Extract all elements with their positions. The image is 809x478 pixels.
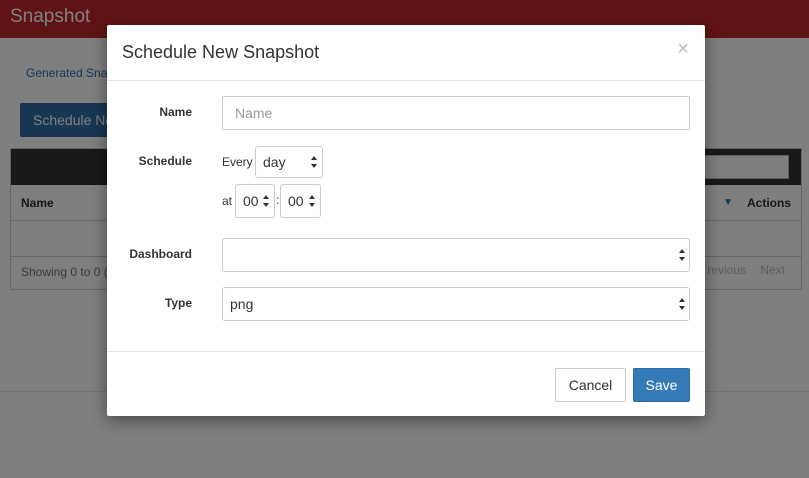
cancel-button[interactable]: Cancel bbox=[555, 368, 626, 402]
time-separator: : bbox=[276, 193, 280, 207]
select-arrows-icon bbox=[263, 195, 270, 209]
every-text: Every bbox=[222, 155, 253, 169]
dashboard-select[interactable] bbox=[222, 238, 690, 272]
type-label: Type bbox=[164, 296, 192, 310]
period-select[interactable]: day bbox=[255, 146, 323, 178]
type-select[interactable]: png bbox=[222, 287, 690, 321]
minute-select[interactable]: 00 bbox=[280, 184, 321, 218]
schedule-label: Schedule bbox=[138, 154, 192, 168]
modal-title: Schedule New Snapshot bbox=[122, 42, 320, 62]
minute-value: 00 bbox=[288, 193, 304, 209]
at-text: at bbox=[222, 194, 233, 208]
modal-header: Schedule New Snapshot × bbox=[107, 25, 705, 81]
dashboard-label: Dashboard bbox=[129, 247, 192, 261]
hour-value: 00 bbox=[243, 193, 259, 209]
type-value: png bbox=[230, 296, 254, 312]
period-value: day bbox=[263, 154, 286, 170]
name-input[interactable]: Name bbox=[222, 96, 690, 130]
modal-footer: Cancel Save bbox=[107, 351, 705, 416]
select-arrows-icon bbox=[679, 249, 686, 263]
select-arrows-icon bbox=[311, 156, 318, 170]
schedule-snapshot-dialog: Schedule New Snapshot × Name Name Schedu… bbox=[107, 25, 705, 416]
name-label: Name bbox=[159, 105, 192, 119]
hour-select[interactable]: 00 bbox=[235, 184, 275, 218]
name-placeholder: Name bbox=[235, 105, 273, 121]
select-arrows-icon bbox=[679, 298, 686, 312]
close-icon[interactable]: × bbox=[677, 39, 689, 59]
select-arrows-icon bbox=[309, 195, 316, 209]
save-button[interactable]: Save bbox=[633, 368, 690, 402]
